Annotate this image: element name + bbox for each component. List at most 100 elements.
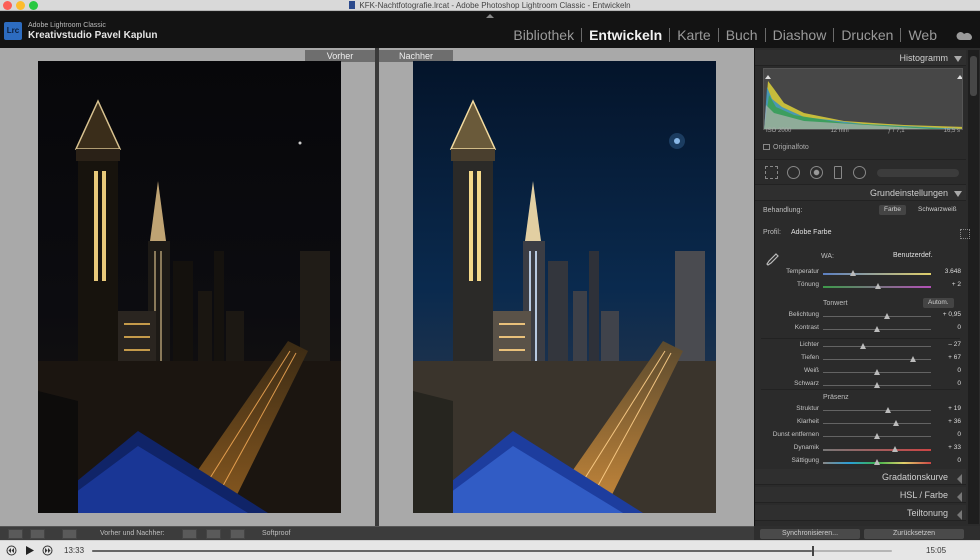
slider-track[interactable] [823, 369, 931, 375]
before-after-view-button[interactable] [62, 529, 77, 539]
crop-tool-icon[interactable] [765, 166, 778, 179]
slider-row[interactable]: Tiefen + 67 [761, 352, 961, 364]
compare-view-button[interactable] [30, 529, 45, 539]
slider-knob[interactable] [874, 433, 880, 439]
module-bibliothek[interactable]: Bibliothek [506, 27, 581, 43]
slider-knob[interactable] [892, 446, 899, 452]
slider-knob[interactable] [884, 407, 891, 413]
panel-scrollbar[interactable] [968, 50, 979, 524]
copy-after-button[interactable] [230, 529, 245, 539]
slider-track[interactable] [823, 459, 931, 465]
video-scrubber[interactable] [92, 546, 892, 556]
treatment-bw-button[interactable]: Schwarzweiß [913, 205, 962, 215]
creative-cloud-icon[interactable] [956, 30, 974, 42]
profile-dropdown[interactable]: Adobe Farbe [791, 229, 831, 236]
eyedropper-icon[interactable] [765, 253, 779, 267]
hsl-header[interactable]: HSL / Farbe [755, 487, 966, 503]
original-photo-toggle[interactable]: Originalfoto [763, 144, 809, 151]
reset-button[interactable]: Zurücksetzen [864, 529, 964, 539]
play-icon[interactable] [24, 545, 35, 556]
before-after-label: Vorher und Nachher: [100, 530, 165, 537]
auto-tone-button[interactable]: Autom. [923, 298, 954, 308]
slider-value[interactable]: 0 [957, 429, 961, 441]
softproof-label[interactable]: Softproof [262, 529, 290, 539]
slider-row[interactable]: Dunst entfernen 0 [761, 429, 961, 441]
slider-track[interactable] [823, 446, 931, 452]
slider-row[interactable]: Kontrast 0 [761, 322, 961, 334]
slider-track[interactable] [823, 313, 931, 319]
module-entwickeln[interactable]: Entwickeln [582, 27, 669, 43]
slider-track[interactable] [823, 283, 931, 289]
slider-track[interactable] [823, 270, 931, 276]
slider-value[interactable]: + 0,95 [943, 309, 961, 321]
slider-knob[interactable] [874, 459, 880, 465]
module-drucken[interactable]: Drucken [834, 27, 900, 43]
video-player-bar: 13:33 15:05 [0, 540, 980, 560]
slider-knob[interactable] [850, 270, 857, 276]
slider-track[interactable] [823, 407, 931, 413]
slider-row[interactable]: Dynamik + 33 [761, 442, 961, 454]
slider-row[interactable]: Tönung + 2 [761, 279, 961, 291]
slider-value[interactable]: 0 [957, 365, 961, 377]
tone-curve-header[interactable]: Gradationskurve [755, 469, 966, 485]
scrollbar-thumb[interactable] [970, 56, 977, 96]
after-photo[interactable] [413, 61, 716, 513]
slider-value[interactable]: + 36 [948, 416, 961, 428]
module-diashow[interactable]: Diashow [766, 27, 834, 43]
slider-value[interactable]: + 19 [948, 403, 961, 415]
spot-removal-icon[interactable] [787, 166, 800, 179]
swap-before-after-button[interactable] [182, 529, 197, 539]
graduated-filter-icon[interactable] [834, 166, 842, 179]
slider-knob[interactable] [859, 343, 866, 349]
slider-track[interactable] [823, 420, 931, 426]
slider-value[interactable]: + 33 [948, 442, 961, 454]
slider-row[interactable]: Klarheit + 36 [761, 416, 961, 428]
slider-row[interactable]: Temperatur 3.648 [761, 266, 961, 278]
forward-icon[interactable] [42, 545, 53, 556]
slider-knob[interactable] [883, 313, 890, 319]
basic-header[interactable]: Grundeinstellungen [755, 185, 966, 201]
slider-value[interactable]: + 67 [948, 352, 961, 364]
before-photo[interactable] [38, 61, 341, 513]
slider-track[interactable] [823, 326, 931, 332]
slider-value[interactable]: 3.648 [945, 266, 961, 278]
sync-button[interactable]: Synchronisieren... [760, 529, 860, 539]
red-eye-icon[interactable] [810, 166, 823, 179]
slider-value[interactable]: + 2 [952, 279, 961, 291]
collapse-top-panel-icon[interactable] [486, 14, 494, 18]
slider-row[interactable]: Struktur + 19 [761, 403, 961, 415]
module-karte[interactable]: Karte [670, 27, 717, 43]
treatment-color-button[interactable]: Farbe [879, 205, 906, 215]
copy-before-button[interactable] [206, 529, 221, 539]
loupe-view-button[interactable] [8, 529, 23, 539]
histogram[interactable] [763, 68, 963, 130]
module-buch[interactable]: Buch [719, 27, 765, 43]
rewind-icon[interactable] [6, 545, 17, 556]
split-toning-header[interactable]: Teiltonung [755, 505, 966, 521]
slider-track[interactable] [823, 343, 931, 349]
slider-track[interactable] [823, 433, 931, 439]
slider-value[interactable]: 0 [957, 455, 961, 467]
slider-track[interactable] [823, 382, 931, 388]
histogram-header[interactable]: Histogramm [755, 50, 966, 66]
slider-row[interactable]: Belichtung + 0,95 [761, 309, 961, 321]
slider-knob[interactable] [875, 283, 882, 289]
slider-track[interactable] [823, 356, 931, 362]
profile-browser-icon[interactable] [960, 229, 970, 239]
slider-knob[interactable] [874, 382, 880, 388]
slider-row[interactable]: Lichter – 27 [761, 339, 961, 351]
module-web[interactable]: Web [901, 27, 944, 43]
wb-dropdown[interactable]: Benutzerdef. [893, 252, 933, 259]
slider-value[interactable]: 0 [957, 322, 961, 334]
slider-knob[interactable] [909, 356, 916, 362]
slider-row[interactable]: Sättigung 0 [761, 455, 961, 467]
original-photo-checkbox[interactable] [763, 144, 770, 150]
adjustment-brush-icon[interactable] [877, 169, 959, 177]
radial-filter-icon[interactable] [853, 166, 866, 179]
slider-row[interactable]: Weiß 0 [761, 365, 961, 377]
slider-knob[interactable] [893, 420, 900, 426]
slider-knob[interactable] [874, 326, 880, 332]
scrubber-handle[interactable] [812, 546, 814, 556]
slider-value[interactable]: – 27 [948, 339, 961, 351]
slider-knob[interactable] [874, 369, 880, 375]
